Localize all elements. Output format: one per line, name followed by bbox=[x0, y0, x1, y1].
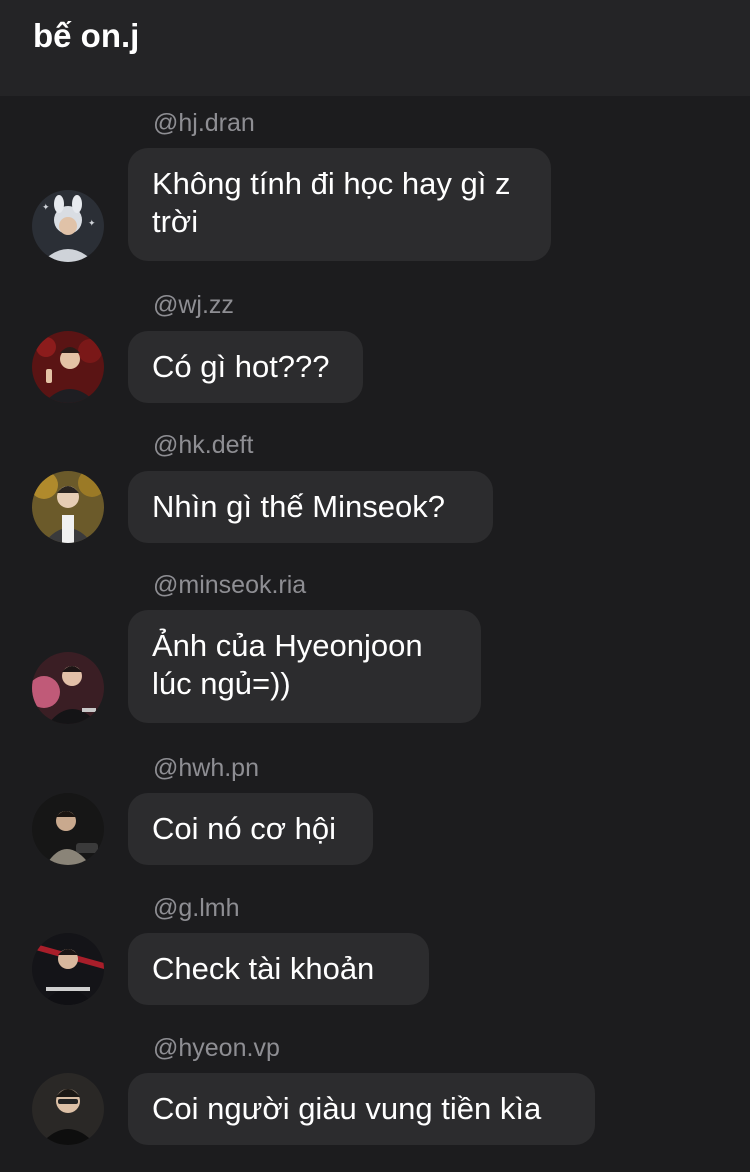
message-text: Ảnh của Hyeonjoon lúc ngủ=)) bbox=[152, 628, 423, 701]
avatar[interactable]: ✦ ✦ bbox=[32, 190, 104, 262]
avatar[interactable] bbox=[32, 1073, 104, 1145]
message-bubble[interactable]: Coi nó cơ hội bbox=[128, 793, 373, 865]
message-bubble[interactable]: Nhìn gì thế Minseok? bbox=[128, 471, 493, 543]
message-username[interactable]: @wj.zz bbox=[153, 290, 234, 320]
message-username[interactable]: @hj.dran bbox=[153, 108, 255, 138]
message-bubble[interactable]: Coi người giàu vung tiền kìa bbox=[128, 1073, 595, 1145]
message-text: Check tài khoản bbox=[152, 951, 375, 986]
svg-text:✦: ✦ bbox=[88, 218, 96, 228]
message-username[interactable]: @g.lmh bbox=[153, 893, 240, 923]
avatar[interactable] bbox=[32, 471, 104, 543]
chat-header: bế on.j bbox=[0, 0, 750, 96]
message-text: Không tính đi học hay gì z trời bbox=[152, 166, 511, 239]
message-text: Coi nó cơ hội bbox=[152, 811, 337, 846]
message-text: Nhìn gì thế Minseok? bbox=[152, 489, 445, 524]
message-bubble[interactable]: Có gì hot??? bbox=[128, 331, 363, 403]
message-text: Có gì hot??? bbox=[152, 349, 330, 384]
avatar[interactable] bbox=[32, 331, 104, 403]
avatar[interactable] bbox=[32, 793, 104, 865]
message-username[interactable]: @hwh.pn bbox=[153, 753, 259, 783]
message-username[interactable]: @minseok.ria bbox=[153, 570, 306, 600]
message-text: Coi người giàu vung tiền kìa bbox=[152, 1091, 542, 1126]
avatar[interactable] bbox=[32, 652, 104, 724]
chat-title[interactable]: bế on.j bbox=[33, 14, 139, 58]
message-bubble[interactable]: Check tài khoản bbox=[128, 933, 429, 1005]
message-bubble[interactable]: Không tính đi học hay gì z trời bbox=[128, 148, 551, 261]
avatar[interactable] bbox=[32, 933, 104, 1005]
message-bubble[interactable]: Ảnh của Hyeonjoon lúc ngủ=)) bbox=[128, 610, 481, 723]
message-username[interactable]: @hk.deft bbox=[153, 430, 253, 460]
svg-text:✦: ✦ bbox=[42, 202, 50, 212]
message-username[interactable]: @hyeon.vp bbox=[153, 1033, 280, 1063]
